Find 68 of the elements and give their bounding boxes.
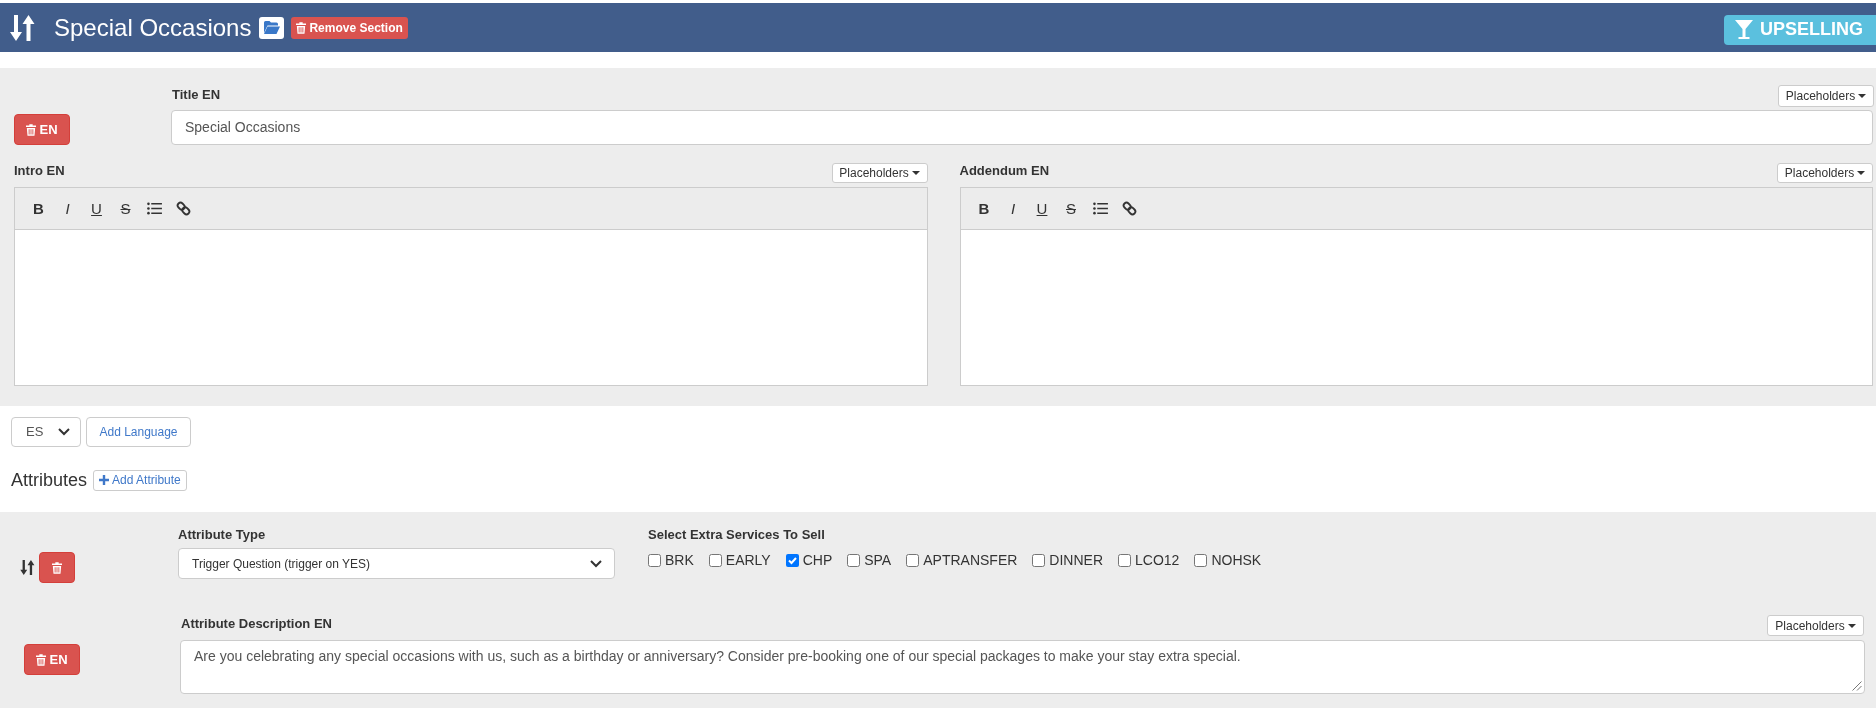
underline-button[interactable]: U: [1036, 201, 1048, 216]
underline-button[interactable]: U: [91, 201, 102, 216]
placeholders-button[interactable]: Placeholders: [1777, 163, 1873, 183]
strikethrough-button[interactable]: S: [120, 201, 131, 216]
checkbox-label: EARLY: [725, 552, 771, 568]
trash-icon: [296, 21, 307, 34]
caret-icon: [1857, 171, 1866, 175]
checkbox[interactable]: [1118, 553, 1131, 567]
checkbox-label: DINNER: [1049, 552, 1103, 568]
checkbox-label: BRK: [665, 552, 694, 568]
checkbox[interactable]: [847, 553, 861, 567]
attributes-heading: Attributes: [11, 469, 88, 491]
chevron-icon: [58, 428, 70, 436]
link-icon[interactable]: [1121, 201, 1137, 216]
sort-arrows-icon[interactable]: [10, 14, 35, 41]
checkbox-label: LCO12: [1135, 552, 1180, 568]
checkbox-label: NOHSK: [1211, 552, 1262, 568]
italic-button[interactable]: I: [65, 201, 70, 216]
caret-icon: [1858, 94, 1867, 98]
placeholders-button[interactable]: Placeholders: [1778, 85, 1874, 107]
plus-icon: [99, 475, 110, 485]
bold-button[interactable]: B: [33, 201, 44, 216]
field-label: Attribute Description EN: [180, 614, 332, 633]
checkbox-label: APTRANSFER: [923, 552, 1018, 568]
checkbox[interactable]: [906, 553, 920, 567]
caret-icon: [911, 171, 920, 175]
add-language-button[interactable]: Add Language: [86, 417, 191, 447]
resize-handle-icon[interactable]: [1852, 681, 1862, 691]
remove-section-button[interactable]: Remove Section: [291, 16, 408, 39]
field-label: Attribute Type: [178, 527, 267, 543]
checkbox[interactable]: [785, 553, 799, 567]
language-select[interactable]: ES: [11, 417, 81, 447]
section-title: Special Occasions: [54, 13, 252, 42]
trash-icon: [36, 653, 47, 666]
delete-language-button[interactable]: EN: [14, 114, 70, 145]
cocktail-glass-icon: [1735, 20, 1753, 39]
delete-language-button[interactable]: EN: [24, 644, 80, 675]
italic-button[interactable]: I: [1010, 201, 1016, 216]
description-textarea[interactable]: Are you celebrating any special occasions with us, such as a birthday or anniversary? Consider pre-booking one of our special packages to make your stay extra special.: [180, 640, 1865, 694]
folder-icon: [263, 21, 280, 34]
title-input[interactable]: Special Occasions: [171, 110, 1873, 145]
checkbox[interactable]: [708, 553, 722, 567]
list-icon[interactable]: [147, 202, 162, 215]
bold-button[interactable]: B: [978, 201, 990, 216]
chevron-icon: [590, 559, 602, 568]
caret-icon: [1847, 623, 1856, 628]
checkbox[interactable]: [648, 553, 661, 567]
section-type-badge: UPSELLING: [1724, 14, 1876, 45]
sort-arrows-icon[interactable]: [20, 560, 35, 575]
placeholders-button[interactable]: Placeholders: [831, 163, 928, 183]
field-label: Addendum EN: [959, 161, 1050, 180]
checkbox[interactable]: [1194, 553, 1208, 567]
field-label: Title EN: [171, 85, 221, 104]
strikethrough-button[interactable]: S: [1066, 201, 1076, 216]
attribute-type-select[interactable]: Trigger Question (trigger on YES): [178, 548, 615, 579]
list-icon[interactable]: [1092, 202, 1108, 215]
field-label: Select Extra Services To Sell: [648, 527, 826, 543]
trash-icon: [52, 561, 62, 574]
add-attribute-button[interactable]: Add Attribute: [93, 469, 187, 491]
placeholders-button[interactable]: Placeholders: [1767, 615, 1864, 636]
trash-icon: [26, 123, 37, 136]
checkbox[interactable]: [1032, 553, 1046, 567]
field-label: Intro EN: [14, 161, 65, 180]
link-icon[interactable]: [176, 201, 191, 216]
folder-button[interactable]: [259, 16, 285, 39]
checkbox-label: CHP: [802, 552, 833, 568]
delete-attribute-button[interactable]: [39, 552, 75, 583]
checkbox-label: SPA: [864, 552, 892, 568]
